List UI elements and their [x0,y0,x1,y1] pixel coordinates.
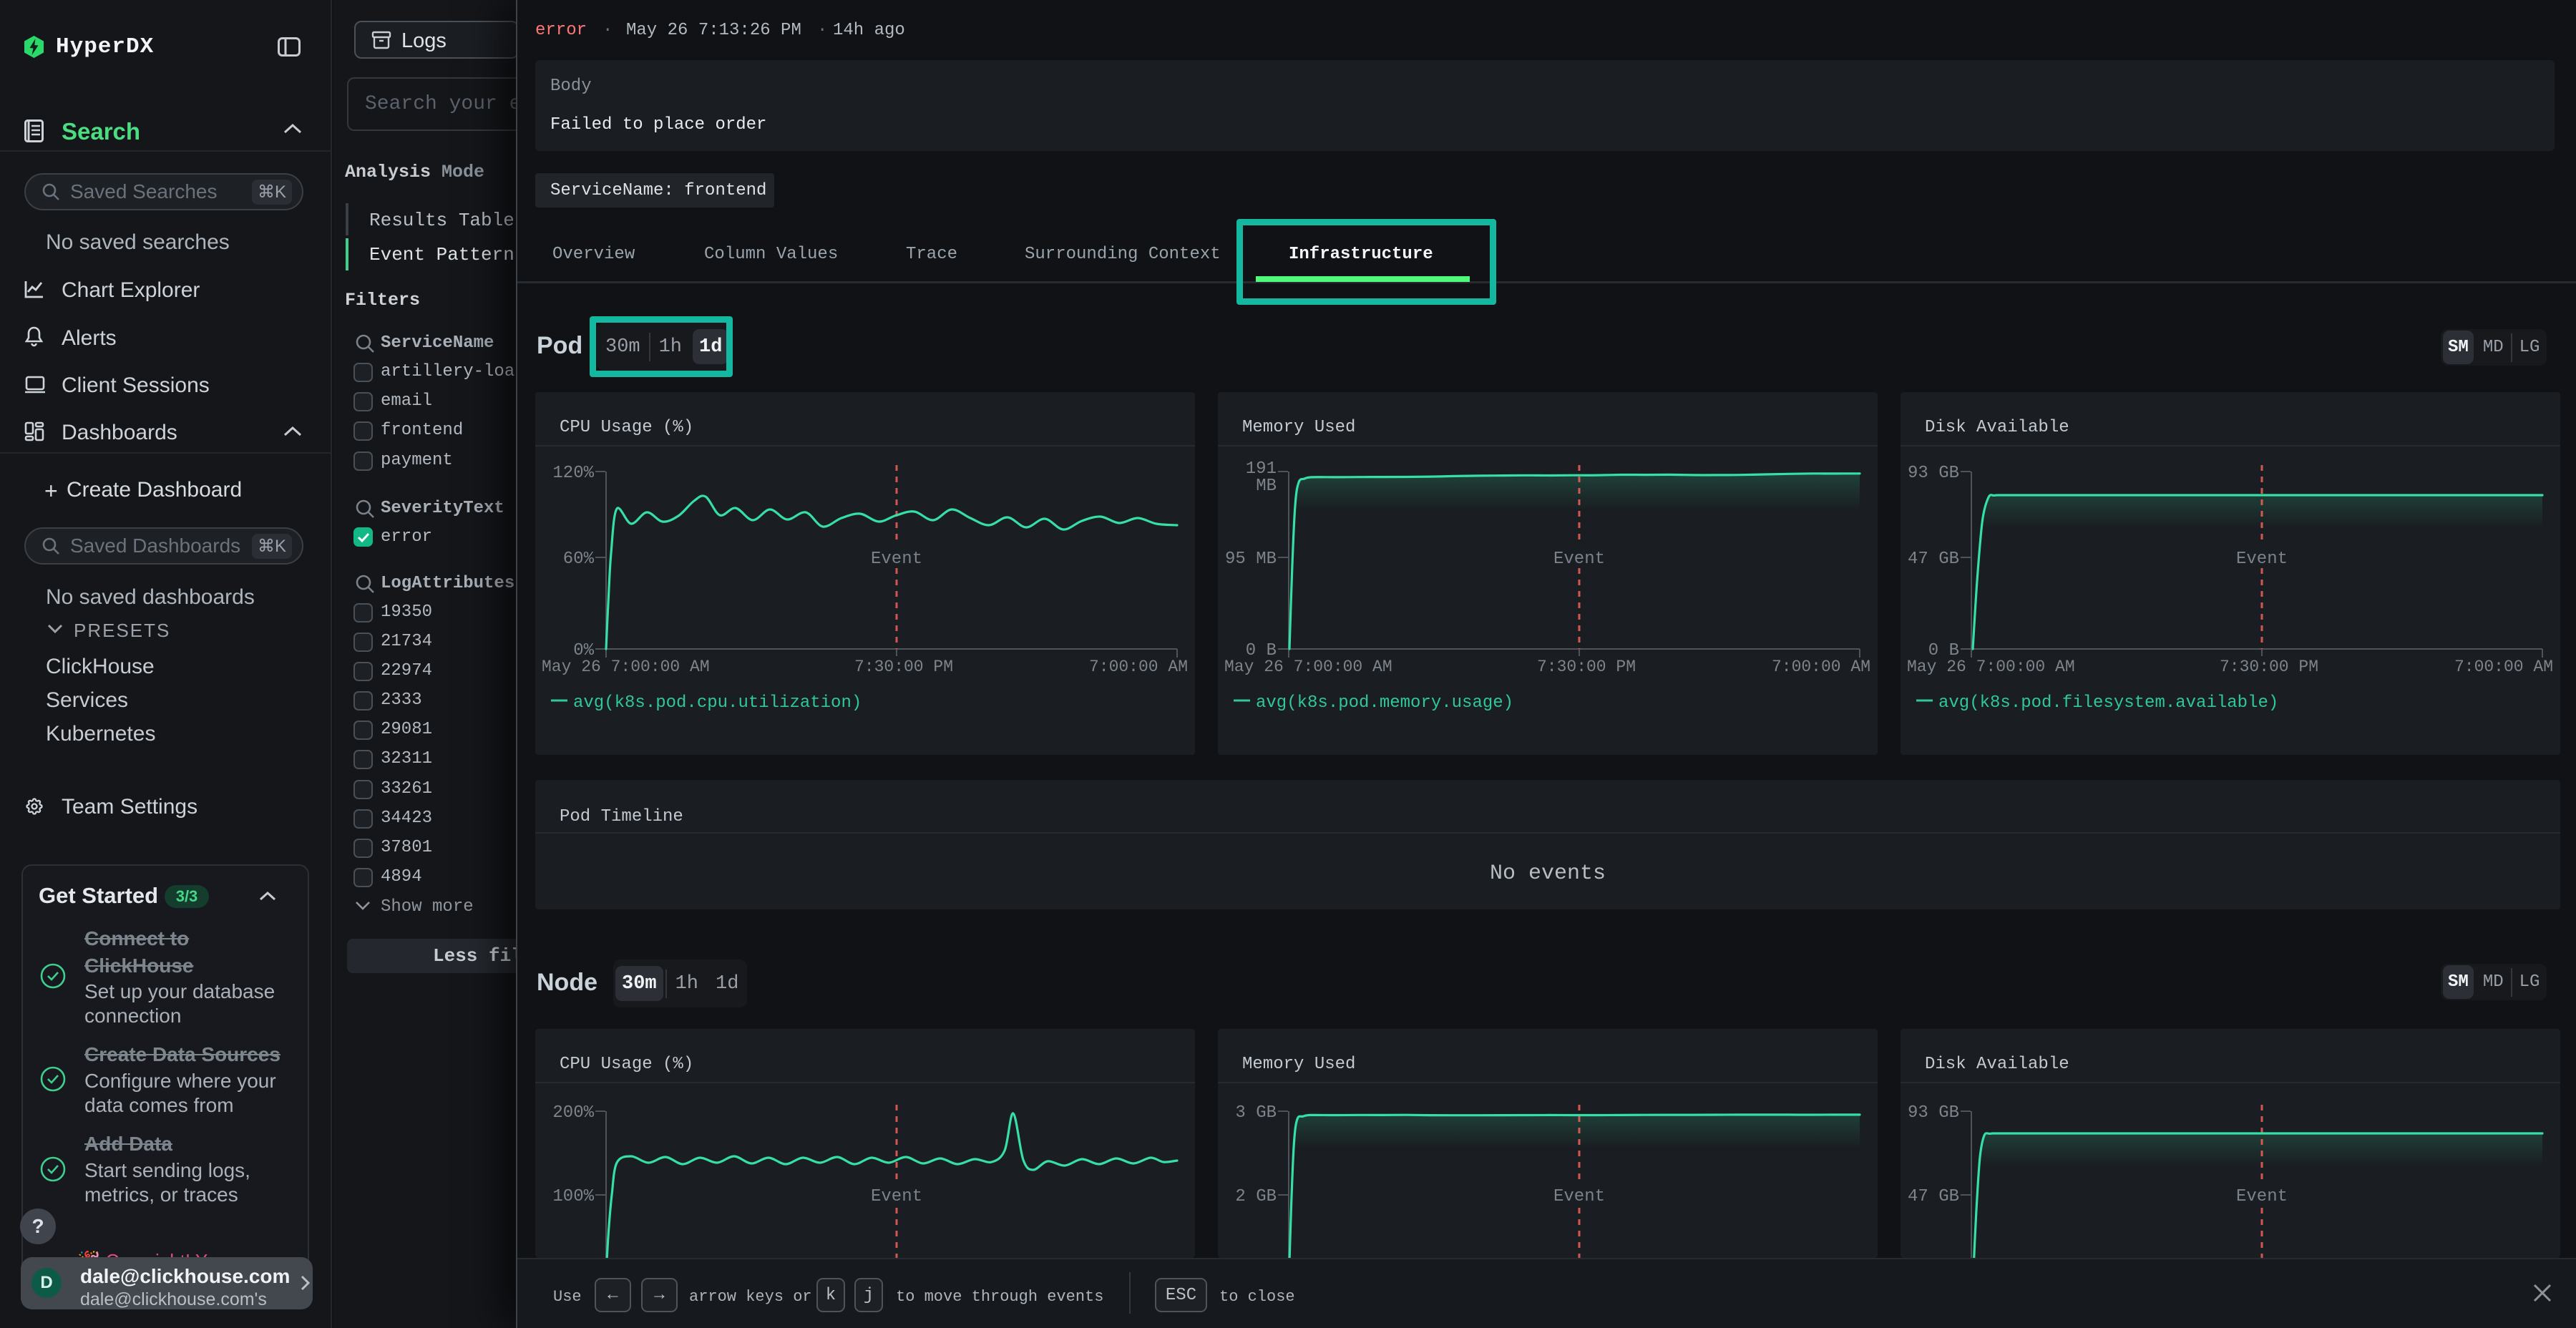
svg-text:100%: 100% [552,1187,594,1206]
svg-text:7:30:00 PM: 7:30:00 PM [854,658,953,676]
svg-text:2 GB: 2 GB [1235,1187,1277,1206]
svg-text:avg(k8s.pod.filesystem.availab: avg(k8s.pod.filesystem.available) [1938,693,2278,713]
svg-text:May 26 7:00:00 AM: May 26 7:00:00 AM [1224,658,1392,676]
svg-text:191: 191 [1246,459,1277,479]
svg-text:May 26 7:00:00 AM: May 26 7:00:00 AM [542,658,710,676]
svg-text:Memory Used: Memory Used [1242,1055,1355,1074]
svg-text:7:30:00 PM: 7:30:00 PM [1537,658,1636,676]
svg-text:Event: Event [871,550,922,569]
svg-text:93 GB: 93 GB [1908,1103,1959,1123]
svg-text:Disk Available: Disk Available [1925,418,2069,437]
svg-text:200%: 200% [552,1103,594,1123]
svg-text:CPU Usage (%): CPU Usage (%) [560,1055,693,1074]
svg-text:avg(k8s.pod.cpu.utilization): avg(k8s.pod.cpu.utilization) [573,693,862,713]
svg-text:Event: Event [2236,1187,2288,1206]
svg-text:avg(k8s.pod.memory.usage): avg(k8s.pod.memory.usage) [1256,693,1513,713]
svg-text:47 GB: 47 GB [1908,550,1959,569]
svg-text:MB: MB [1256,477,1277,496]
svg-text:Disk Available: Disk Available [1925,1055,2069,1074]
svg-text:47 GB: 47 GB [1908,1187,1959,1206]
svg-text:7:00:00 AM: 7:00:00 AM [2454,658,2553,676]
svg-text:7:00:00 AM: 7:00:00 AM [1772,658,1870,676]
svg-text:Event: Event [871,1187,922,1206]
svg-text:95 MB: 95 MB [1225,550,1277,569]
svg-text:60%: 60% [563,550,595,569]
svg-text:Event: Event [1553,550,1605,569]
svg-text:7:30:00 PM: 7:30:00 PM [2220,658,2318,676]
svg-text:93 GB: 93 GB [1908,464,1959,483]
svg-text:120%: 120% [552,464,594,483]
svg-text:CPU Usage (%): CPU Usage (%) [560,418,693,437]
svg-text:7:00:00 AM: 7:00:00 AM [1089,658,1188,676]
svg-text:3 GB: 3 GB [1235,1103,1277,1123]
svg-text:Event: Event [1553,1187,1605,1206]
svg-text:Event: Event [2236,550,2288,569]
svg-text:Memory Used: Memory Used [1242,418,1355,437]
svg-text:May 26 7:00:00 AM: May 26 7:00:00 AM [1907,658,2075,676]
